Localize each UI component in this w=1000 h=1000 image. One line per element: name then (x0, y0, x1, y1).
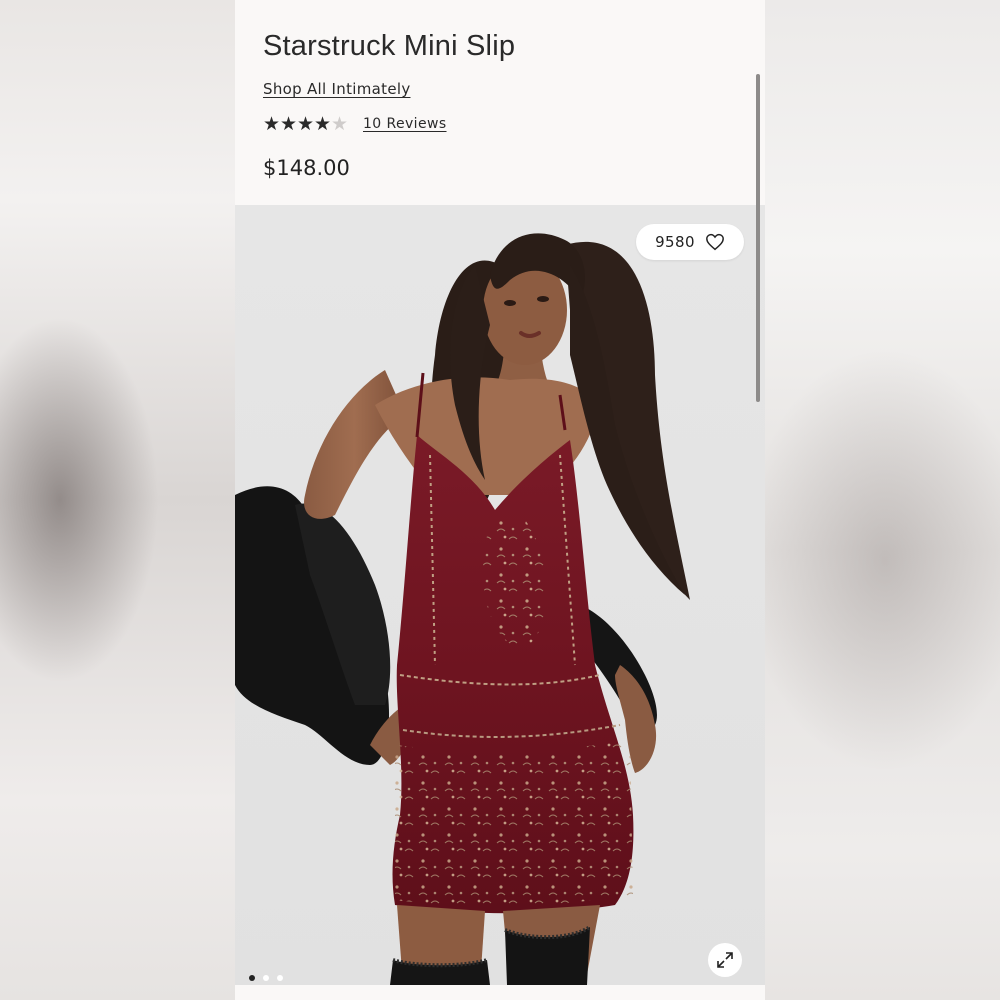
carousel-dots (249, 975, 283, 981)
rating-row: ★ ★ ★ ★ ★ 10 Reviews (263, 114, 447, 134)
like-count: 9580 (655, 233, 695, 251)
reviews-link[interactable]: 10 Reviews (363, 116, 447, 132)
phone-screen: Starstruck Mini Slip Shop All Intimately… (235, 0, 765, 1000)
product-title: Starstruck Mini Slip (263, 30, 516, 62)
carousel-dot[interactable] (277, 975, 283, 981)
scrollbar[interactable] (756, 74, 760, 402)
star-rating: ★ ★ ★ ★ ★ (263, 114, 348, 134)
expand-arrows-icon (717, 952, 733, 968)
carousel-dot[interactable] (263, 975, 269, 981)
expand-image-button[interactable] (708, 943, 742, 977)
star-icon: ★ (297, 113, 315, 135)
star-icon: ★ (314, 113, 332, 135)
star-icon: ★ (263, 113, 281, 135)
product-image-gallery[interactable]: 9580 (235, 205, 765, 985)
background-left (0, 0, 235, 1000)
product-price: $148.00 (263, 156, 350, 180)
carousel-dot-active[interactable] (249, 975, 255, 981)
like-button[interactable]: 9580 (636, 224, 744, 260)
background-right (765, 0, 1000, 1000)
star-icon: ★ (280, 113, 298, 135)
star-empty-icon: ★ (331, 113, 349, 135)
product-photo (235, 205, 765, 985)
heart-outline-icon (705, 233, 724, 251)
footer-strip (235, 985, 765, 1000)
shop-all-link[interactable]: Shop All Intimately (263, 80, 411, 98)
product-header: Starstruck Mini Slip Shop All Intimately… (235, 0, 765, 205)
